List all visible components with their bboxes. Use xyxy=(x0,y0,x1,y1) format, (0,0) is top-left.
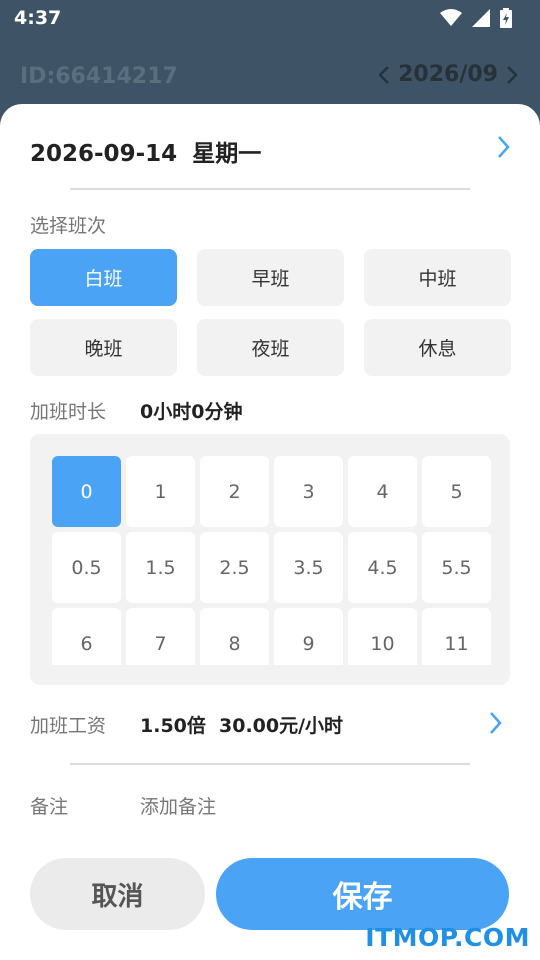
hour-option[interactable]: 5 xyxy=(422,456,491,527)
shift-option-early[interactable]: 早班 xyxy=(197,249,344,306)
chevron-right-icon[interactable] xyxy=(506,65,518,85)
chevron-left-icon[interactable] xyxy=(378,65,390,85)
hour-option[interactable]: 4.5 xyxy=(348,532,417,603)
battery-charging-icon xyxy=(500,8,512,28)
status-icons xyxy=(440,8,512,28)
shift-option-evening[interactable]: 晚班 xyxy=(30,319,177,376)
chevron-right-icon[interactable] xyxy=(496,134,510,160)
selected-weekday: 星期一 xyxy=(192,141,262,167)
divider xyxy=(70,763,470,765)
shift-option-middle[interactable]: 中班 xyxy=(364,249,511,306)
shift-section-label: 选择班次 xyxy=(30,215,107,237)
chevron-right-icon[interactable] xyxy=(488,710,502,736)
cancel-button[interactable]: 取消 xyxy=(30,858,205,930)
overtime-hours-picker[interactable]: 0 1 2 3 4 5 0.5 1.5 2.5 3.5 4.5 5.5 6 7 … xyxy=(30,434,510,685)
note-label: 备注 xyxy=(30,796,69,818)
shift-option-day[interactable]: 白班 xyxy=(30,249,177,306)
divider xyxy=(70,188,470,190)
hour-option[interactable]: 0 xyxy=(52,456,121,527)
watermark-logo: ITMOP.COM xyxy=(365,923,530,952)
hour-option[interactable]: 6 xyxy=(52,608,121,665)
status-time: 4:37 xyxy=(14,7,62,29)
hour-option[interactable]: 3 xyxy=(274,456,343,527)
shift-options: 白班 早班 中班 晚班 夜班 休息 xyxy=(30,249,511,376)
hour-option[interactable]: 11 xyxy=(422,608,491,665)
user-id: ID:66414217 xyxy=(20,64,178,89)
hours-grid: 0 1 2 3 4 5 0.5 1.5 2.5 3.5 4.5 5.5 6 7 … xyxy=(52,456,492,665)
shift-option-night[interactable]: 夜班 xyxy=(197,319,344,376)
note-input[interactable]: 添加备注 xyxy=(140,792,216,819)
signal-icon xyxy=(472,9,490,27)
wage-multiplier: 1.50倍 xyxy=(140,715,206,737)
hour-option[interactable]: 5.5 xyxy=(422,532,491,603)
hour-option[interactable]: 9 xyxy=(274,608,343,665)
hour-option[interactable]: 7 xyxy=(126,608,195,665)
shift-option-rest[interactable]: 休息 xyxy=(364,319,511,376)
status-bar: 4:37 xyxy=(0,0,540,36)
month-switcher[interactable]: 2026/09 xyxy=(378,62,518,87)
hour-option[interactable]: 2.5 xyxy=(200,532,269,603)
save-button[interactable]: 保存 xyxy=(216,858,509,930)
hour-option[interactable]: 0.5 xyxy=(52,532,121,603)
hour-option[interactable]: 10 xyxy=(348,608,417,665)
hour-option[interactable]: 4 xyxy=(348,456,417,527)
overtime-value: 0小时0分钟 xyxy=(140,401,243,423)
selected-date: 2026-09-14 xyxy=(30,141,178,167)
hour-option[interactable]: 2 xyxy=(200,456,269,527)
hour-option[interactable]: 1 xyxy=(126,456,195,527)
date-row[interactable]: 2026-09-14 星期一 xyxy=(30,134,510,167)
wifi-icon xyxy=(440,9,462,26)
wage-label: 加班工资 xyxy=(30,715,107,737)
shift-editor-sheet: 2026-09-14 星期一 选择班次 白班 早班 中班 晚班 夜班 休息 加班… xyxy=(0,104,540,960)
wage-rate: 30.00元/小时 xyxy=(219,715,344,737)
hour-option[interactable]: 8 xyxy=(200,608,269,665)
overtime-label: 加班时长 xyxy=(30,401,107,423)
hour-option[interactable]: 3.5 xyxy=(274,532,343,603)
header-bar: ID:66414217 2026/09 xyxy=(0,52,540,102)
hour-option[interactable]: 1.5 xyxy=(126,532,195,603)
current-month: 2026/09 xyxy=(398,62,498,87)
